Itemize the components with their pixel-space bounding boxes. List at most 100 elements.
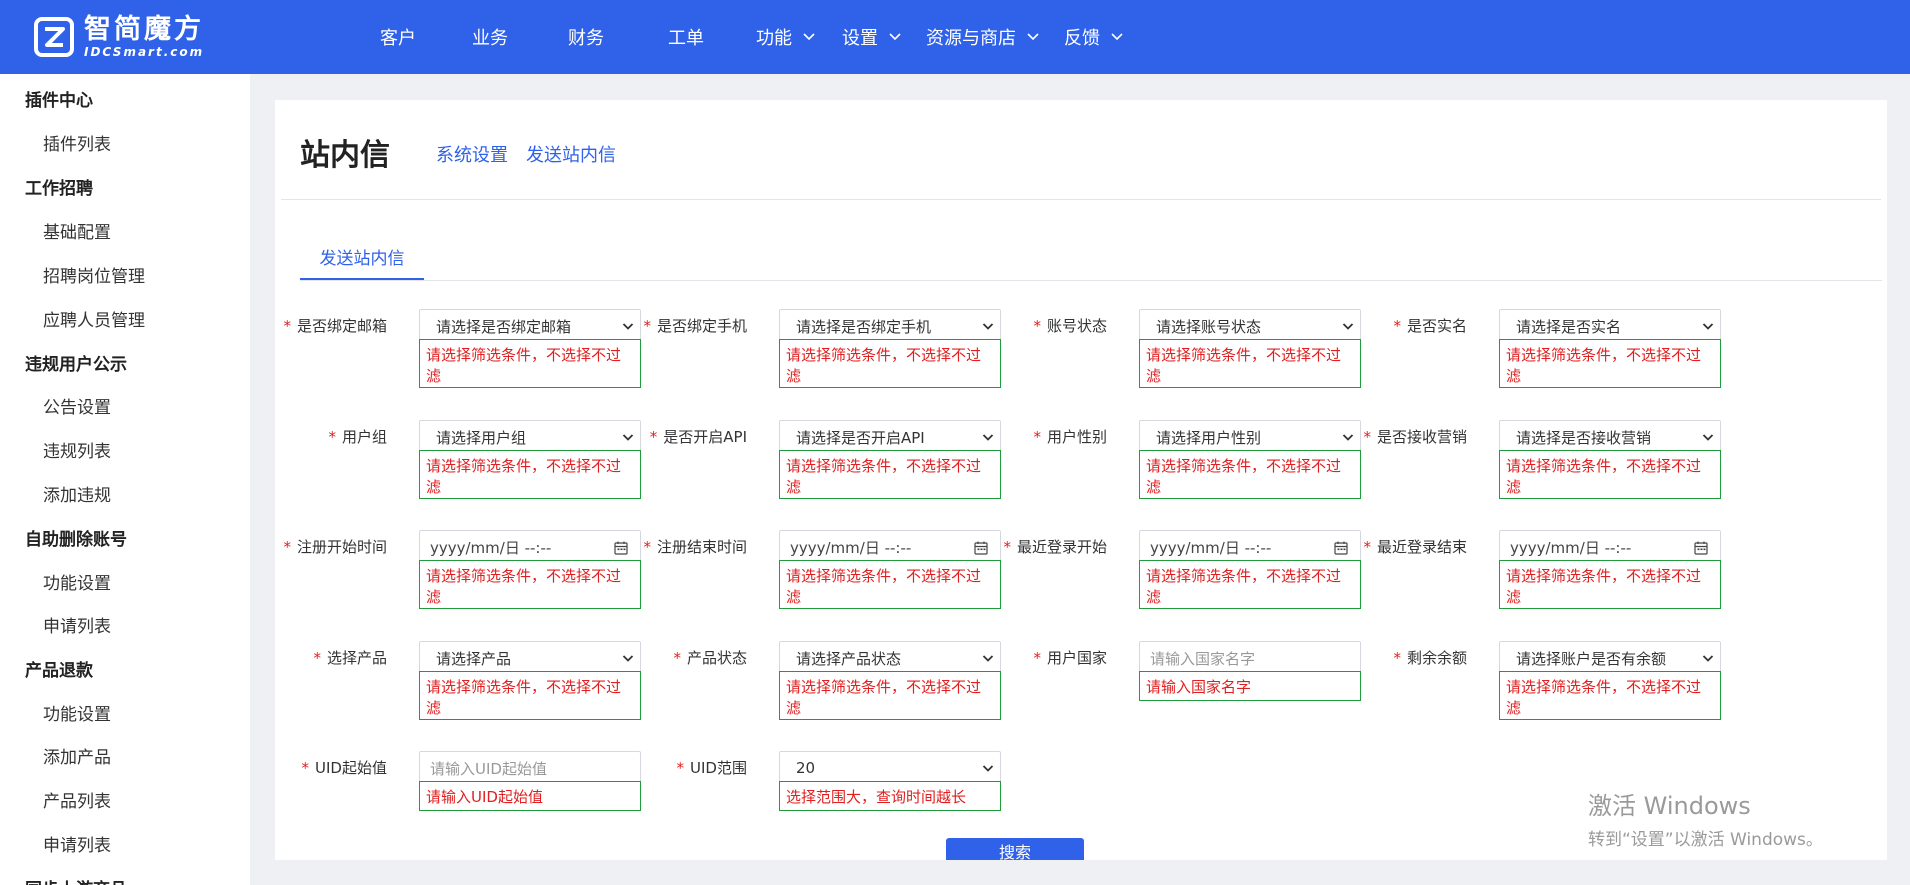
- validation-hint-r4c0: 请输入UID起始值: [419, 781, 641, 811]
- validation-hint-r2c1: 请选择筛选条件，不选择不过滤: [779, 560, 1001, 609]
- datetime-input-r2c1[interactable]: yyyy/mm/日 --:--: [779, 530, 1001, 564]
- datetime-input-r2c3[interactable]: yyyy/mm/日 --:--: [1499, 530, 1721, 564]
- validation-hint-r0c1: 请选择筛选条件，不选择不过滤: [779, 339, 1001, 388]
- field-label-r2c2: * 最近登录开始: [995, 536, 1107, 557]
- required-asterisk: *: [328, 428, 336, 446]
- select-r1c2[interactable]: 请选择用户性别: [1139, 420, 1361, 454]
- nav-features[interactable]: 功能: [756, 24, 816, 50]
- select-r3c1[interactable]: 请选择产品状态: [779, 641, 1001, 675]
- field-label-r0c3: * 是否实名: [1355, 315, 1467, 336]
- chevron-down-icon: [622, 655, 634, 662]
- sidebar-item-add-product[interactable]: 添加产品: [43, 743, 111, 768]
- chevron-down-icon: [1702, 655, 1714, 662]
- logo[interactable]: 智简魔方 IDCSmart.com: [34, 16, 204, 58]
- nav-business[interactable]: 业务: [472, 24, 508, 50]
- control-value: 请选择是否绑定手机: [796, 317, 932, 336]
- sidebar-item-feature-settings[interactable]: 功能设置: [43, 569, 111, 594]
- nav-finance[interactable]: 财务: [568, 24, 604, 50]
- sidebar: 插件中心 插件列表 工作招聘 基础配置 招聘岗位管理 应聘人员管理 违规用户公示…: [0, 74, 250, 885]
- chevron-down-icon: [889, 33, 901, 41]
- chevron-down-icon: [1342, 323, 1354, 330]
- required-asterisk: *: [643, 538, 651, 556]
- validation-hint-r0c2: 请选择筛选条件，不选择不过滤: [1139, 339, 1361, 388]
- field-label-text: 注册结束时间: [656, 538, 747, 556]
- nav-settings[interactable]: 设置: [842, 24, 902, 50]
- control-value: 请选择产品: [436, 649, 512, 668]
- datetime-input-r2c0[interactable]: yyyy/mm/日 --:--: [419, 530, 641, 564]
- control-value: yyyy/mm/日 --:--: [790, 538, 912, 557]
- control-value: 20: [796, 759, 816, 777]
- select-r1c1[interactable]: 请选择是否开启API: [779, 420, 1001, 454]
- nav-tickets[interactable]: 工单: [668, 24, 704, 50]
- datetime-input-r2c2[interactable]: yyyy/mm/日 --:--: [1139, 530, 1361, 564]
- chevron-down-icon: [622, 434, 634, 441]
- tab-send-message[interactable]: 发送站内信: [300, 244, 424, 280]
- field-label-text: 账号状态: [1046, 317, 1107, 335]
- calendar-icon[interactable]: [1334, 541, 1348, 555]
- field-label-r4c1: * UID范围: [635, 757, 747, 778]
- sidebar-item-job-management[interactable]: 招聘岗位管理: [43, 262, 145, 287]
- select-r0c1[interactable]: 请选择是否绑定手机: [779, 309, 1001, 343]
- select-r0c0[interactable]: 请选择是否绑定邮箱: [419, 309, 641, 343]
- sidebar-item-plugin-list[interactable]: 插件列表: [43, 130, 111, 155]
- validation-hint-r2c2: 请选择筛选条件，不选择不过滤: [1139, 560, 1361, 609]
- sidebar-group-plugin-center: 插件中心: [25, 91, 93, 111]
- windows-activation-watermark: 激活 Windows 转到“设置”以激活 Windows。: [1588, 786, 1823, 850]
- chevron-down-icon: [622, 323, 634, 330]
- sidebar-item-add-violation[interactable]: 添加违规: [43, 481, 111, 506]
- validation-hint-r3c3: 请选择筛选条件，不选择不过滤: [1499, 671, 1721, 720]
- sidebar-item-refund-request-list[interactable]: 申请列表: [43, 831, 111, 856]
- required-asterisk: *: [1363, 538, 1371, 556]
- field-label-r3c3: * 剩余余额: [1355, 647, 1467, 668]
- required-asterisk: *: [1033, 317, 1041, 335]
- field-label-r3c1: * 产品状态: [635, 647, 747, 668]
- tab-divider: [300, 280, 1882, 281]
- select-r0c2[interactable]: 请选择账号状态: [1139, 309, 1361, 343]
- nav-feedback[interactable]: 反馈: [1064, 24, 1124, 50]
- calendar-icon[interactable]: [614, 541, 628, 555]
- chevron-down-icon: [982, 434, 994, 441]
- field-label-text: 产品状态: [686, 649, 747, 667]
- sidebar-item-applicant-management[interactable]: 应聘人员管理: [43, 306, 145, 331]
- text-input-r4c0[interactable]: 请输入UID起始值: [419, 751, 641, 785]
- field-label-r0c0: * 是否绑定邮箱: [275, 315, 387, 336]
- watermark-title: 激活 Windows: [1588, 792, 1751, 820]
- sidebar-item-product-list[interactable]: 产品列表: [43, 787, 111, 812]
- header-divider: [281, 199, 1881, 200]
- search-button[interactable]: 搜索: [946, 838, 1084, 860]
- control-value: 请输入UID起始值: [430, 759, 547, 778]
- validation-hint-r1c1: 请选择筛选条件，不选择不过滤: [779, 450, 1001, 499]
- sidebar-item-notice-settings[interactable]: 公告设置: [43, 393, 111, 418]
- field-label-r2c1: * 注册结束时间: [635, 536, 747, 557]
- nav-customers[interactable]: 客户: [380, 24, 416, 50]
- select-r1c3[interactable]: 请选择是否接收营销: [1499, 420, 1721, 454]
- required-asterisk: *: [1033, 428, 1041, 446]
- validation-hint-r1c2: 请选择筛选条件，不选择不过滤: [1139, 450, 1361, 499]
- chevron-down-icon: [982, 765, 994, 772]
- main-nav: 客户 业务 财务 工单 功能 设置 资源与商店 反馈: [380, 0, 1124, 74]
- select-r1c0[interactable]: 请选择用户组: [419, 420, 641, 454]
- select-r4c1[interactable]: 20: [779, 751, 1001, 785]
- select-r3c0[interactable]: 请选择产品: [419, 641, 641, 675]
- chevron-down-icon: [1027, 33, 1039, 41]
- sidebar-item-basic-config[interactable]: 基础配置: [43, 218, 111, 243]
- link-send-message[interactable]: 发送站内信: [526, 141, 616, 167]
- sidebar-group-recruitment: 工作招聘: [25, 179, 93, 199]
- calendar-icon[interactable]: [974, 541, 988, 555]
- validation-hint-r3c2: 请输入国家名字: [1139, 671, 1361, 701]
- chevron-down-icon: [1702, 434, 1714, 441]
- calendar-icon[interactable]: [1694, 541, 1708, 555]
- validation-hint-r3c0: 请选择筛选条件，不选择不过滤: [419, 671, 641, 720]
- sidebar-item-refund-feature-settings[interactable]: 功能设置: [43, 700, 111, 725]
- select-r3c3[interactable]: 请选择账户是否有余额: [1499, 641, 1721, 675]
- nav-resources-store[interactable]: 资源与商店: [926, 24, 1040, 50]
- field-label-text: 用户国家: [1046, 649, 1107, 667]
- required-asterisk: *: [643, 317, 651, 335]
- logo-name-cn: 智简魔方: [84, 14, 204, 45]
- link-system-settings[interactable]: 系统设置: [436, 141, 508, 167]
- sidebar-item-violation-list[interactable]: 违规列表: [43, 437, 111, 462]
- control-value: 请选择是否绑定邮箱: [436, 317, 572, 336]
- sidebar-item-request-list[interactable]: 申请列表: [43, 612, 111, 637]
- select-r0c3[interactable]: 请选择是否实名: [1499, 309, 1721, 343]
- text-input-r3c2[interactable]: 请输入国家名字: [1139, 641, 1361, 675]
